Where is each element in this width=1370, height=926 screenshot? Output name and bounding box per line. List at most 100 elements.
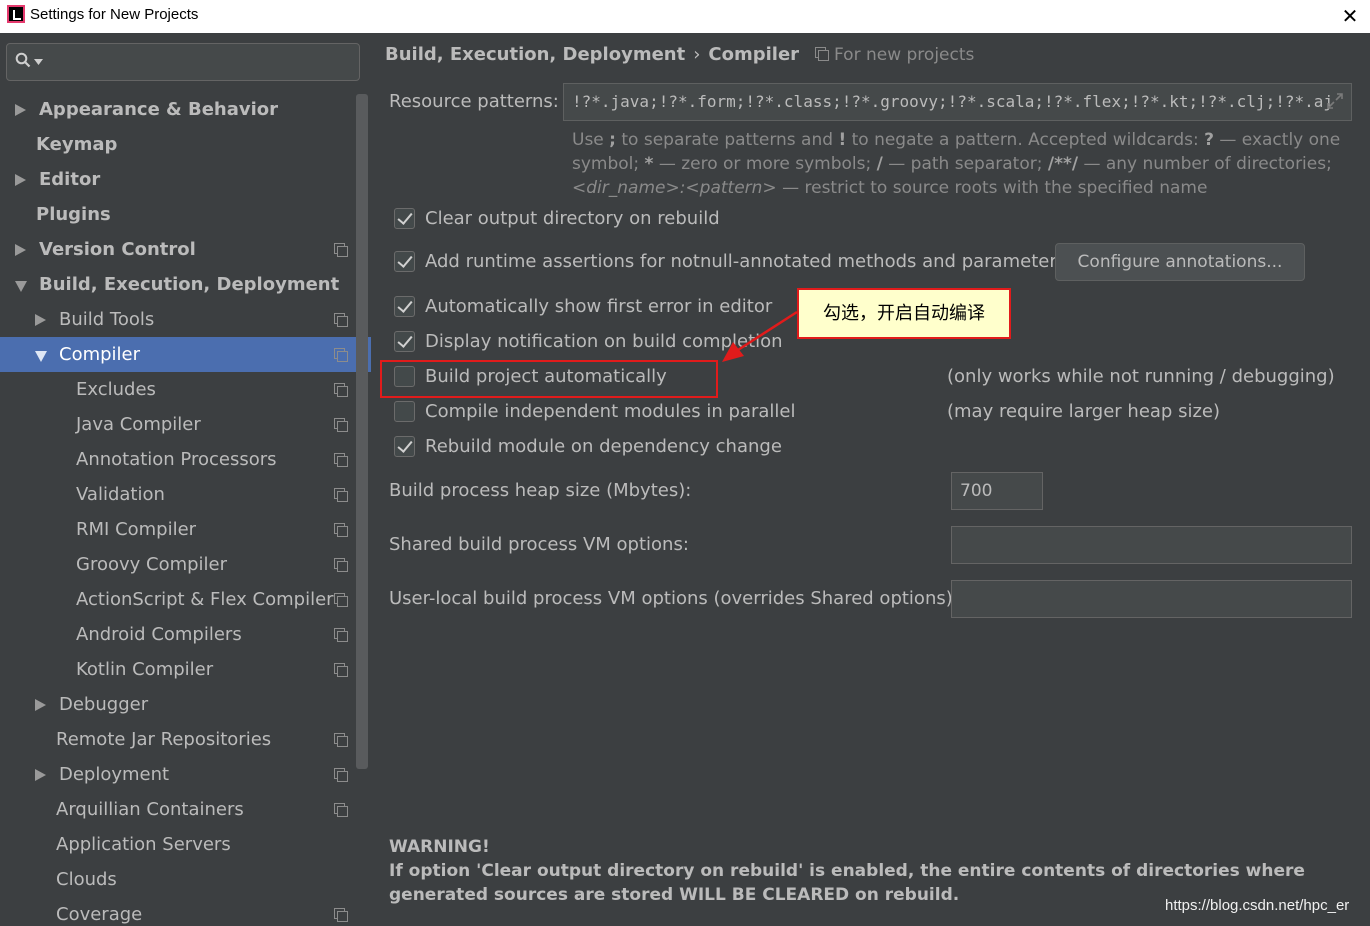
rebuild-on-dependency-checkbox[interactable] [394, 436, 415, 457]
project-scope-icon [334, 628, 348, 642]
sidebar-item-rmi-compiler[interactable]: RMI Compiler [0, 512, 356, 547]
breadcrumb-item-build[interactable]: Build, Execution, Deployment [385, 44, 685, 65]
sidebar-item-groovy-compiler[interactable]: Groovy Compiler [0, 547, 356, 582]
project-scope-icon [815, 47, 829, 61]
sidebar-item-label: Version Control [39, 239, 196, 260]
project-scope-icon [334, 313, 348, 327]
sidebar-item-debugger[interactable]: Debugger [0, 687, 356, 722]
show-first-error-checkbox[interactable] [394, 296, 415, 317]
project-scope-icon [334, 243, 348, 257]
show-first-error-label: Automatically show first error in editor [425, 296, 773, 317]
user-vm-options-label: User-local build process VM options (ove… [389, 588, 959, 609]
chevron-down-icon[interactable] [15, 281, 27, 292]
user-vm-options-input[interactable] [951, 580, 1352, 618]
search-input[interactable] [51, 50, 351, 74]
sidebar-item-label: Coverage [56, 904, 143, 925]
sidebar-item-version-control[interactable]: Version Control [0, 232, 356, 267]
configure-annotations-button[interactable]: Configure annotations... [1055, 243, 1305, 281]
close-button[interactable]: ✕ [1338, 4, 1362, 28]
parallel-compile-label: Compile independent modules in parallel [425, 401, 796, 422]
resource-patterns-label: Resource patterns: [389, 91, 559, 112]
chevron-right-icon[interactable] [35, 314, 46, 326]
sidebar-item-remote-jar-repositories[interactable]: Remote Jar Repositories [0, 722, 356, 757]
settings-sidebar: Appearance & Behavior Keymap Editor Plugins… [0, 33, 371, 926]
sidebar-item-keymap[interactable]: Keymap [0, 127, 356, 162]
sidebar-item-label: Groovy Compiler [76, 554, 228, 575]
sidebar-item-label: Application Servers [56, 834, 231, 855]
project-scope-icon [334, 418, 348, 432]
shared-vm-options-input[interactable] [951, 526, 1352, 564]
search-icon[interactable] [15, 52, 31, 68]
project-scope-icon [334, 663, 348, 677]
resource-patterns-hint: Use ; to separate patterns and ! to nega… [572, 130, 1341, 198]
sidebar-item-label: Deployment [59, 764, 170, 785]
heap-size-input[interactable]: 700 [951, 472, 1043, 510]
sidebar-item-label: Validation [76, 484, 165, 505]
expand-icon[interactable] [1325, 91, 1345, 111]
sidebar-item-label: Build, Execution, Deployment [39, 274, 340, 295]
sidebar-scrollbar[interactable] [356, 94, 368, 769]
search-options-chevron-icon[interactable] [34, 59, 43, 65]
chevron-right-icon[interactable] [35, 699, 46, 711]
for-new-projects-text: For new projects [834, 45, 975, 65]
resource-patterns-input[interactable]: !?*.java;!?*.form;!?*.class;!?*.groovy;!… [563, 83, 1352, 121]
project-scope-icon [334, 453, 348, 467]
sidebar-item-excludes[interactable]: Excludes [0, 372, 356, 407]
breadcrumb-item-compiler: Compiler [708, 44, 800, 65]
sidebar-item-clouds[interactable]: Clouds [0, 862, 356, 897]
project-scope-icon [334, 733, 348, 747]
sidebar-item-coverage[interactable]: Coverage [0, 897, 356, 926]
sidebar-item-annotation-processors[interactable]: Annotation Processors [0, 442, 356, 477]
sidebar-item-plugins[interactable]: Plugins [0, 197, 356, 232]
sidebar-item-label: Annotation Processors [76, 449, 277, 470]
warning-title: WARNING! [389, 837, 490, 857]
chevron-right-icon[interactable] [35, 769, 46, 781]
window-title: Settings for New Projects [30, 6, 199, 23]
sidebar-item-actionscript-flex-compiler[interactable]: ActionScript & Flex Compiler [0, 582, 356, 617]
build-automatically-note: (only works while not running / debuggin… [947, 366, 1335, 387]
compiler-settings-panel: Build, Execution, Deployment › Compiler Fo… [371, 33, 1370, 926]
sidebar-item-arquillian-containers[interactable]: Arquillian Containers [0, 792, 356, 827]
parallel-compile-note: (may require larger heap size) [947, 401, 1220, 422]
sidebar-item-build-tools[interactable]: Build Tools [0, 302, 356, 337]
sidebar-item-label: Plugins [36, 204, 111, 225]
sidebar-item-android-compilers[interactable]: Android Compilers [0, 617, 356, 652]
chevron-down-icon[interactable] [35, 351, 47, 362]
sidebar-item-application-servers[interactable]: Application Servers [0, 827, 356, 862]
sidebar-item-editor[interactable]: Editor [0, 162, 356, 197]
search-box[interactable] [6, 43, 360, 81]
project-scope-icon [334, 593, 348, 607]
sidebar-item-deployment[interactable]: Deployment [0, 757, 356, 792]
title-bar: Settings for New Projects ✕ [0, 0, 1370, 33]
sidebar-item-label: Kotlin Compiler [76, 659, 214, 680]
build-notification-label: Display notification on build completion [425, 331, 783, 352]
sidebar-item-kotlin-compiler[interactable]: Kotlin Compiler [0, 652, 356, 687]
chevron-right-icon[interactable] [15, 244, 26, 256]
parallel-compile-checkbox[interactable] [394, 401, 415, 422]
annotation-callout: 勾选，开启自动编译 [797, 288, 1011, 339]
sidebar-item-validation[interactable]: Validation [0, 477, 356, 512]
clear-output-checkbox[interactable] [394, 208, 415, 229]
heap-size-label: Build process heap size (Mbytes): [389, 480, 692, 501]
rebuild-on-dependency-label: Rebuild module on dependency change [425, 436, 782, 457]
sidebar-item-compiler[interactable]: Compiler [0, 337, 371, 372]
sidebar-item-label: Java Compiler [76, 414, 201, 435]
sidebar-item-label: Appearance & Behavior [39, 99, 279, 120]
build-notification-checkbox[interactable] [394, 331, 415, 352]
chevron-right-icon[interactable] [15, 104, 26, 116]
sidebar-item-label: Editor [39, 169, 101, 190]
project-scope-icon [334, 908, 348, 922]
breadcrumb: Build, Execution, Deployment › Compiler [385, 44, 799, 65]
sidebar-item-label: Clouds [56, 869, 117, 890]
project-scope-icon [334, 558, 348, 572]
chevron-right-icon[interactable] [15, 174, 26, 186]
shared-vm-options-label: Shared build process VM options: [389, 534, 689, 555]
sidebar-item-label: Remote Jar Repositories [56, 729, 272, 750]
sidebar-item-build-execution-deployment[interactable]: Build, Execution, Deployment [0, 267, 356, 302]
sidebar-item-appearance-behavior[interactable]: Appearance & Behavior [0, 92, 356, 127]
sidebar-item-java-compiler[interactable]: Java Compiler [0, 407, 356, 442]
runtime-assertions-label: Add runtime assertions for notnull-annot… [425, 251, 1067, 272]
sidebar-item-label: Keymap [36, 134, 118, 155]
runtime-assertions-checkbox[interactable] [394, 251, 415, 272]
intellij-icon [7, 5, 25, 23]
